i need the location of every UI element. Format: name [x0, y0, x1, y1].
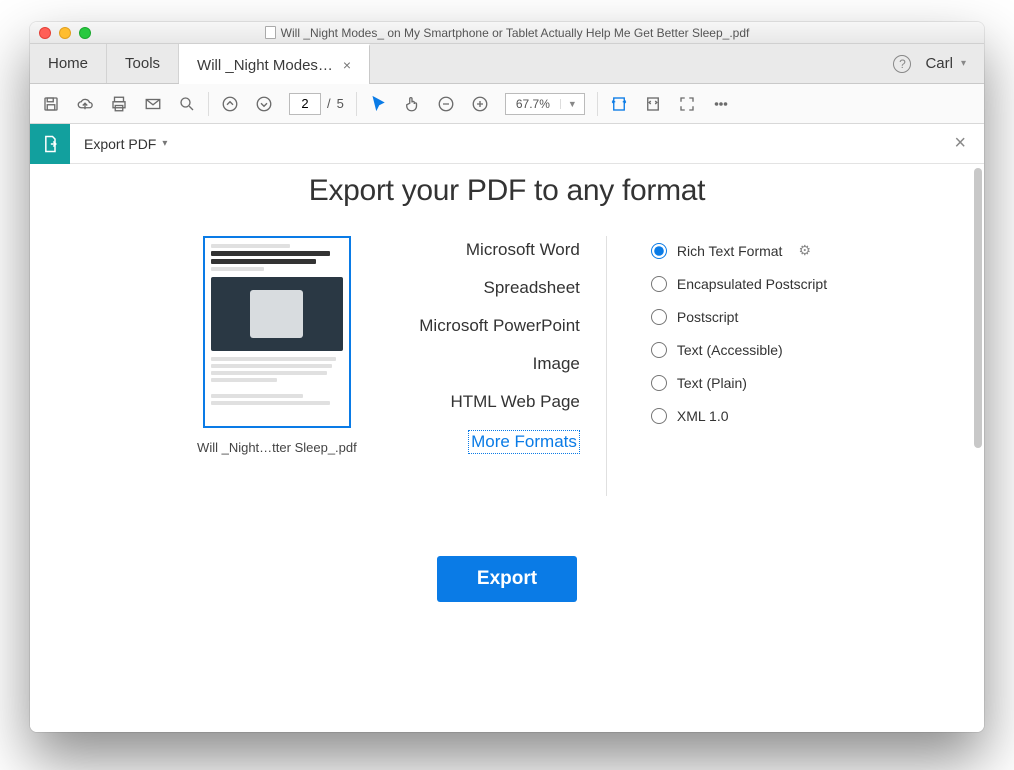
- gear-icon[interactable]: ⚙: [798, 242, 811, 259]
- tab-bar: Home Tools Will _Night Modes… × ? Carl ▾: [30, 44, 984, 84]
- format-category[interactable]: Image: [533, 354, 580, 374]
- format-option-label: Text (Plain): [677, 375, 747, 391]
- zoom-value: 67.7%: [506, 97, 560, 111]
- tab-home[interactable]: Home: [30, 44, 107, 83]
- document-thumbnail[interactable]: [203, 236, 351, 428]
- thumbnail-column: Will _Night…tter Sleep_.pdf: [187, 236, 367, 455]
- format-option-label: Postscript: [677, 309, 738, 325]
- export-panel-label: Export PDF: [84, 136, 156, 152]
- window-title-text: Will _Night Modes_ on My Smartphone or T…: [281, 26, 750, 40]
- tab-close-icon[interactable]: ×: [343, 57, 351, 73]
- format-option-label: Rich Text Format: [677, 243, 783, 259]
- format-category[interactable]: Microsoft Word: [466, 240, 580, 260]
- fit-width-icon[interactable]: [610, 95, 628, 113]
- chevron-down-icon: ▼: [560, 99, 584, 109]
- format-option[interactable]: Text (Plain): [651, 375, 827, 391]
- format-option[interactable]: Text (Accessible): [651, 342, 827, 358]
- format-category[interactable]: HTML Web Page: [450, 392, 579, 412]
- more-icon[interactable]: [712, 95, 730, 113]
- format-radio[interactable]: [651, 375, 667, 391]
- zoom-in-icon[interactable]: [471, 95, 489, 113]
- format-category[interactable]: Spreadsheet: [483, 278, 579, 298]
- window-controls: [30, 27, 91, 39]
- export-panel-header: Export PDF ▾ ×: [30, 124, 984, 164]
- chevron-down-icon: ▾: [162, 138, 167, 149]
- tab-tools-label: Tools: [125, 55, 160, 72]
- help-icon[interactable]: ?: [893, 55, 911, 73]
- window-title: Will _Night Modes_ on My Smartphone or T…: [30, 26, 984, 40]
- format-option[interactable]: XML 1.0: [651, 408, 827, 424]
- format-option-label: Encapsulated Postscript: [677, 276, 827, 292]
- chevron-down-icon: ▾: [961, 58, 966, 69]
- print-icon[interactable]: [110, 95, 128, 113]
- format-option-label: Text (Accessible): [677, 342, 783, 358]
- page-indicator: / 5: [289, 93, 344, 115]
- pointer-icon[interactable]: [369, 95, 387, 113]
- page-total: 5: [337, 96, 344, 111]
- fullscreen-icon[interactable]: [678, 95, 696, 113]
- format-radio[interactable]: [651, 309, 667, 325]
- export-pdf-icon: [30, 124, 70, 164]
- format-category[interactable]: Microsoft PowerPoint: [419, 316, 580, 336]
- tab-document-label: Will _Night Modes…: [197, 57, 333, 74]
- tab-home-label: Home: [48, 55, 88, 72]
- format-option[interactable]: Postscript: [651, 309, 827, 325]
- format-radio[interactable]: [651, 408, 667, 424]
- save-icon[interactable]: [42, 95, 60, 113]
- format-options: Rich Text Format ⚙ Encapsulated Postscript…: [647, 236, 827, 424]
- close-window-button[interactable]: [39, 27, 51, 39]
- fit-page-icon[interactable]: [644, 95, 662, 113]
- cloud-icon[interactable]: [76, 95, 94, 113]
- search-icon[interactable]: [178, 95, 196, 113]
- toolbar: / 5 67.7% ▼: [30, 84, 984, 124]
- page-down-icon[interactable]: [255, 95, 273, 113]
- export-panel-body: Export your PDF to any format: [30, 164, 984, 732]
- minimize-window-button[interactable]: [59, 27, 71, 39]
- thumbnail-filename: Will _Night…tter Sleep_.pdf: [197, 440, 357, 455]
- page-title: Export your PDF to any format: [309, 174, 705, 208]
- close-panel-button[interactable]: ×: [954, 132, 984, 155]
- maximize-window-button[interactable]: [79, 27, 91, 39]
- page-up-icon[interactable]: [221, 95, 239, 113]
- format-option[interactable]: Rich Text Format ⚙: [651, 242, 827, 259]
- export-panel-dropdown[interactable]: Export PDF ▾: [70, 136, 181, 152]
- format-radio[interactable]: [651, 342, 667, 358]
- scrollbar-thumb[interactable]: [974, 168, 982, 448]
- page-number-input[interactable]: [289, 93, 321, 115]
- user-menu[interactable]: Carl: [925, 55, 953, 72]
- tab-document[interactable]: Will _Night Modes… ×: [179, 44, 370, 84]
- user-name: Carl: [925, 55, 953, 72]
- document-icon: [265, 26, 276, 39]
- format-option[interactable]: Encapsulated Postscript: [651, 276, 827, 292]
- format-radio[interactable]: [651, 276, 667, 292]
- format-option-label: XML 1.0: [677, 408, 729, 424]
- window: Will _Night Modes_ on My Smartphone or T…: [30, 22, 984, 732]
- export-button[interactable]: Export: [437, 556, 577, 602]
- page-separator: /: [327, 96, 331, 111]
- format-categories: Microsoft Word Spreadsheet Microsoft Power…: [407, 236, 607, 496]
- mail-icon[interactable]: [144, 95, 162, 113]
- zoom-out-icon[interactable]: [437, 95, 455, 113]
- zoom-select[interactable]: 67.7% ▼: [505, 93, 585, 115]
- format-radio[interactable]: [651, 243, 667, 259]
- hand-icon[interactable]: [403, 95, 421, 113]
- tab-tools[interactable]: Tools: [107, 44, 179, 83]
- format-category[interactable]: More Formats: [468, 430, 580, 454]
- titlebar: Will _Night Modes_ on My Smartphone or T…: [30, 22, 984, 44]
